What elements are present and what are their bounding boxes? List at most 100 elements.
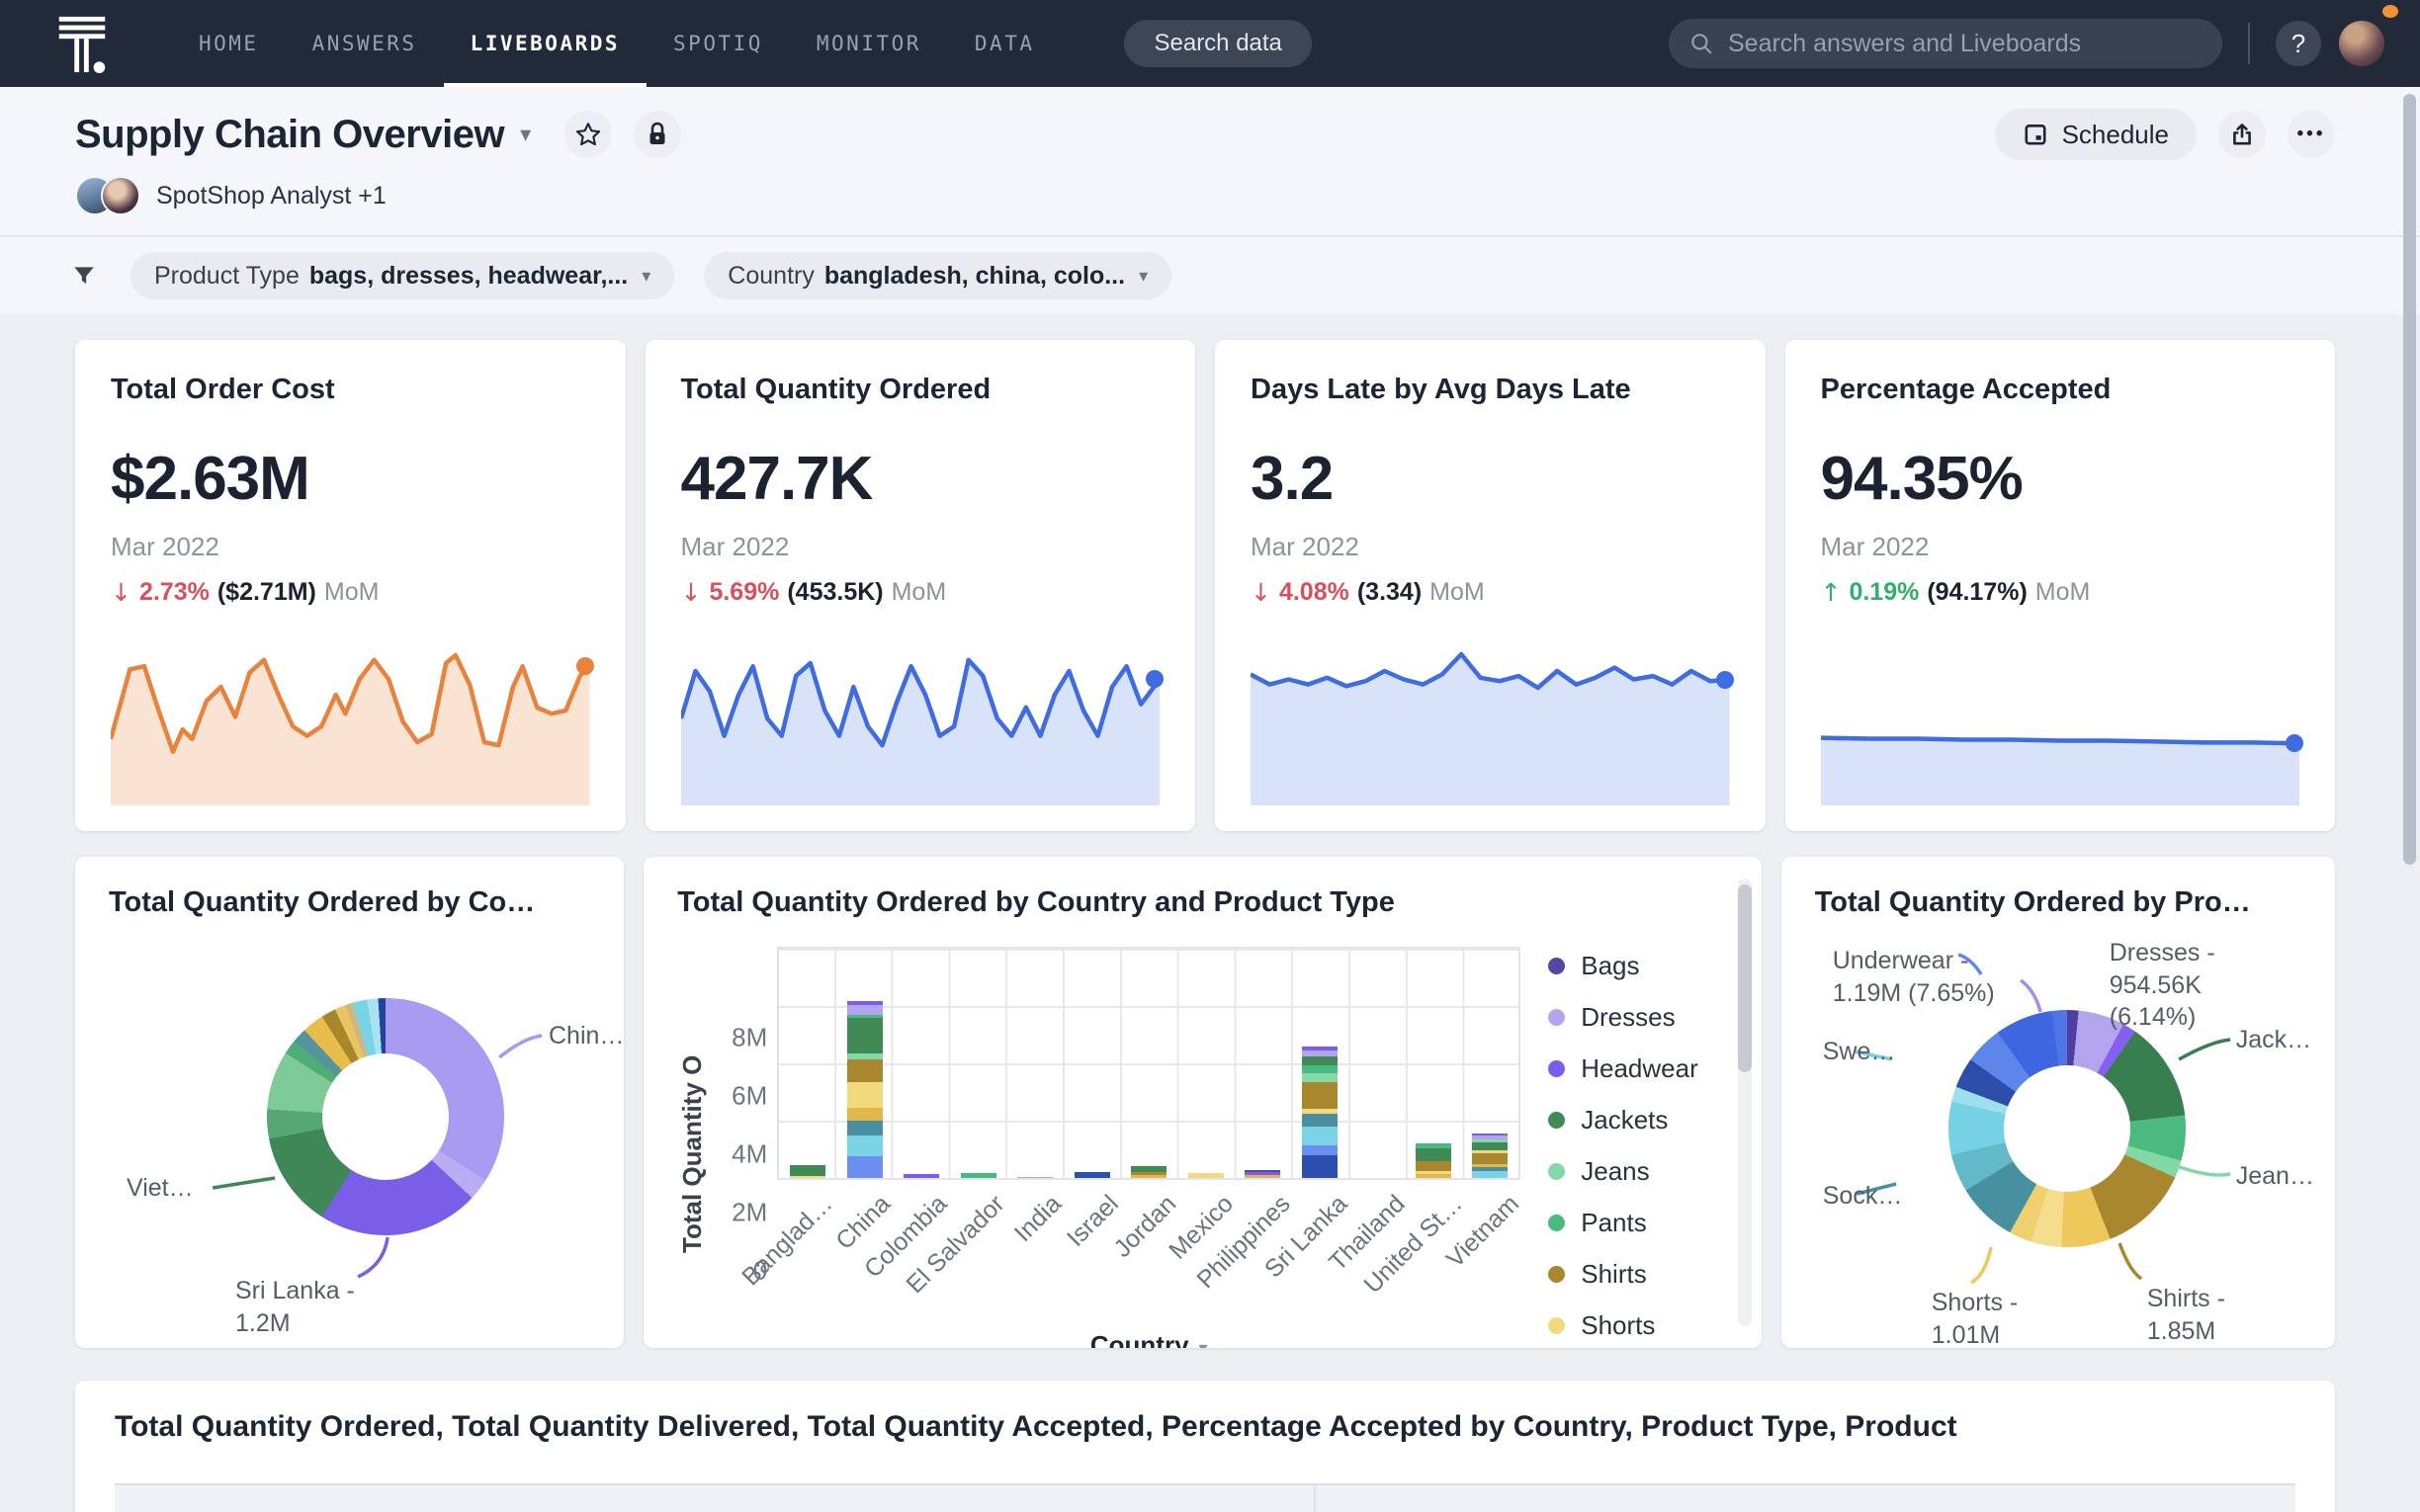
page-scrollbar-thumb[interactable] [2403,94,2416,865]
global-search[interactable] [1669,19,2222,68]
thoughtspot-logo-icon[interactable] [51,12,113,75]
kpi-change-suffix: MoM [2034,578,2091,606]
bar-plot[interactable] [777,947,1521,1180]
legend-item-jackets[interactable]: Jackets [1548,1105,1698,1135]
bar-column-china[interactable] [836,949,894,1178]
bar-segment-shorts[interactable] [1187,1172,1224,1178]
legend-item-pants[interactable]: Pants [1548,1208,1698,1238]
share-button[interactable] [2218,111,2266,158]
bar-segment-socks[interactable] [846,1121,883,1135]
bar-segment-dresses[interactable] [1017,1176,1054,1178]
bar-column-jordan[interactable] [1120,949,1177,1178]
bar-segment-jackets[interactable] [790,1164,825,1176]
bar-segment-gold[interactable] [1415,1173,1451,1178]
kpi-sparkline[interactable] [1251,637,1734,805]
nav-item-spotiq[interactable]: SPOTIQ [647,0,790,87]
kpi-sparkline[interactable] [680,647,1164,805]
callout-sri-lanka: Sri Lanka - 1.2M [235,1277,355,1337]
bar-segment-shirts[interactable] [846,1058,883,1082]
bar-column-banglad[interactable] [779,949,836,1178]
bar-segment-gold[interactable] [846,1107,883,1121]
bar-segment-navy[interactable] [1074,1171,1110,1178]
nav-item-data[interactable]: DATA [948,0,1062,87]
bar-segment-pants[interactable] [1301,1064,1338,1074]
bar-segment-shirts[interactable] [1472,1152,1509,1165]
donut-product-chart[interactable]: Underwear - 1.19M (7.65%) Swe… Sock… Sho… [1815,919,2314,1348]
bar-segment-jackets[interactable] [846,1018,883,1054]
schedule-button[interactable]: Schedule [1994,109,2197,160]
bar-segment-jeans[interactable] [1301,1073,1338,1082]
bar-column-philippines[interactable] [1235,949,1292,1178]
filter-product-type-value: bags, dresses, headwear,... [308,261,629,290]
bar-segment-gold[interactable] [1245,1175,1281,1178]
bar-column-unitedst[interactable] [1405,949,1462,1178]
bar-segment-jackets[interactable] [1472,1141,1509,1151]
bar-segment-headwear[interactable] [904,1173,940,1178]
favorite-button[interactable] [564,111,613,158]
table-header-cell[interactable] [1314,1485,2295,1512]
bar-segment-shirts[interactable] [1301,1081,1338,1110]
legend-dot [1548,1215,1566,1231]
author-avatars[interactable] [75,176,140,215]
lock-button[interactable] [634,111,682,158]
bar-segment-socks[interactable] [1301,1113,1338,1127]
more-button[interactable]: ••• [2288,111,2335,158]
bar-segment-underwear[interactable] [1301,1144,1338,1155]
bar-segment-dresses[interactable] [846,1005,883,1015]
bar-chart[interactable]: Total Quantity Ordered 0 2M 4M 6M 8M Banglad… [677,947,1728,1348]
legend-item-headwear[interactable]: Headwear [1548,1053,1698,1084]
bar-column-mexico[interactable] [1177,949,1235,1178]
tile-scrollbar[interactable] [1737,879,1752,1326]
nav-item-home[interactable]: HOME [172,0,286,87]
title-caret-icon[interactable]: ▾ [520,122,531,147]
legend-item-shorts[interactable]: Shorts [1548,1310,1698,1341]
bar-segment-sweaters[interactable] [1472,1170,1509,1178]
x-axis-title[interactable]: Country ▾ [777,1330,1520,1348]
bar-segment-navy[interactable] [1301,1154,1338,1178]
table-header-row[interactable] [115,1483,2295,1512]
bar-column-thailand[interactable] [1348,949,1406,1178]
callout-underwear: Underwear - 1.19M (7.65%) [1832,947,1995,1007]
bar-segment-shorts[interactable] [846,1081,883,1108]
user-avatar[interactable] [2339,21,2384,66]
legend-item-bags[interactable]: Bags [1548,951,1698,981]
bar-segment-underwear[interactable] [846,1156,883,1178]
table-header-cell[interactable] [115,1485,1314,1512]
schedule-label: Schedule [2061,119,2169,149]
nav-item-liveboards[interactable]: LIVEBOARDS [443,0,648,87]
scrollbar-thumb[interactable] [1737,884,1752,1072]
search-data-button[interactable]: Search data [1124,20,1312,67]
bar-column-israel[interactable] [1064,949,1121,1178]
kpi-sparkline[interactable] [1820,712,2303,805]
bar-segment-pants[interactable] [960,1173,996,1178]
legend-item-shirts[interactable]: Shirts [1548,1259,1698,1290]
kpi-sparkline[interactable] [111,647,594,805]
bar-column-colombia[interactable] [893,949,950,1178]
kpi-change: ↓ 2.73% ($2.71M) MoM [111,578,590,607]
bar-column-vietnam[interactable] [1462,949,1519,1178]
legend-item-jeans[interactable]: Jeans [1548,1156,1698,1187]
bar-column-india[interactable] [1006,949,1064,1178]
bar-segment-gold[interactable] [1131,1174,1167,1178]
bar-segment-sweaters[interactable] [1301,1126,1338,1145]
kpi-change: ↓ 5.69% (453.5K) MoM [681,578,1161,607]
tile-table: Total Quantity Ordered, Total Quantity D… [75,1381,2335,1512]
help-button[interactable]: ? [2276,21,2321,66]
filter-country[interactable]: Country bangladesh, china, colo... ▾ [704,252,1172,299]
bar-segment-shorts[interactable] [790,1175,825,1178]
bar-segment-sweaters[interactable] [846,1134,883,1157]
legend-label: Jackets [1581,1105,1669,1134]
filter-product-type[interactable]: Product Type bags, dresses, headwear,...… [130,252,675,299]
bar-column-elsalvador[interactable] [950,949,1007,1178]
donut-country-chart[interactable]: Chin… Viet… Sri Lanka - 1.2M [109,919,624,1344]
callout-china: Chin… [549,1022,625,1050]
bar-segment-jackets[interactable] [1415,1147,1451,1161]
nav-item-monitor[interactable]: MONITOR [790,0,948,87]
search-input[interactable] [1728,29,2193,58]
bar-column-srilanka[interactable] [1291,949,1348,1178]
legend-item-dresses[interactable]: Dresses [1548,1002,1698,1033]
bar-segment-jackets[interactable] [1301,1055,1338,1065]
bar-segment-shirts[interactable] [1415,1160,1451,1171]
nav-item-answers[interactable]: ANSWERS [286,0,444,87]
y-ticks: 0 2M 4M 6M 8M [714,1023,777,1286]
